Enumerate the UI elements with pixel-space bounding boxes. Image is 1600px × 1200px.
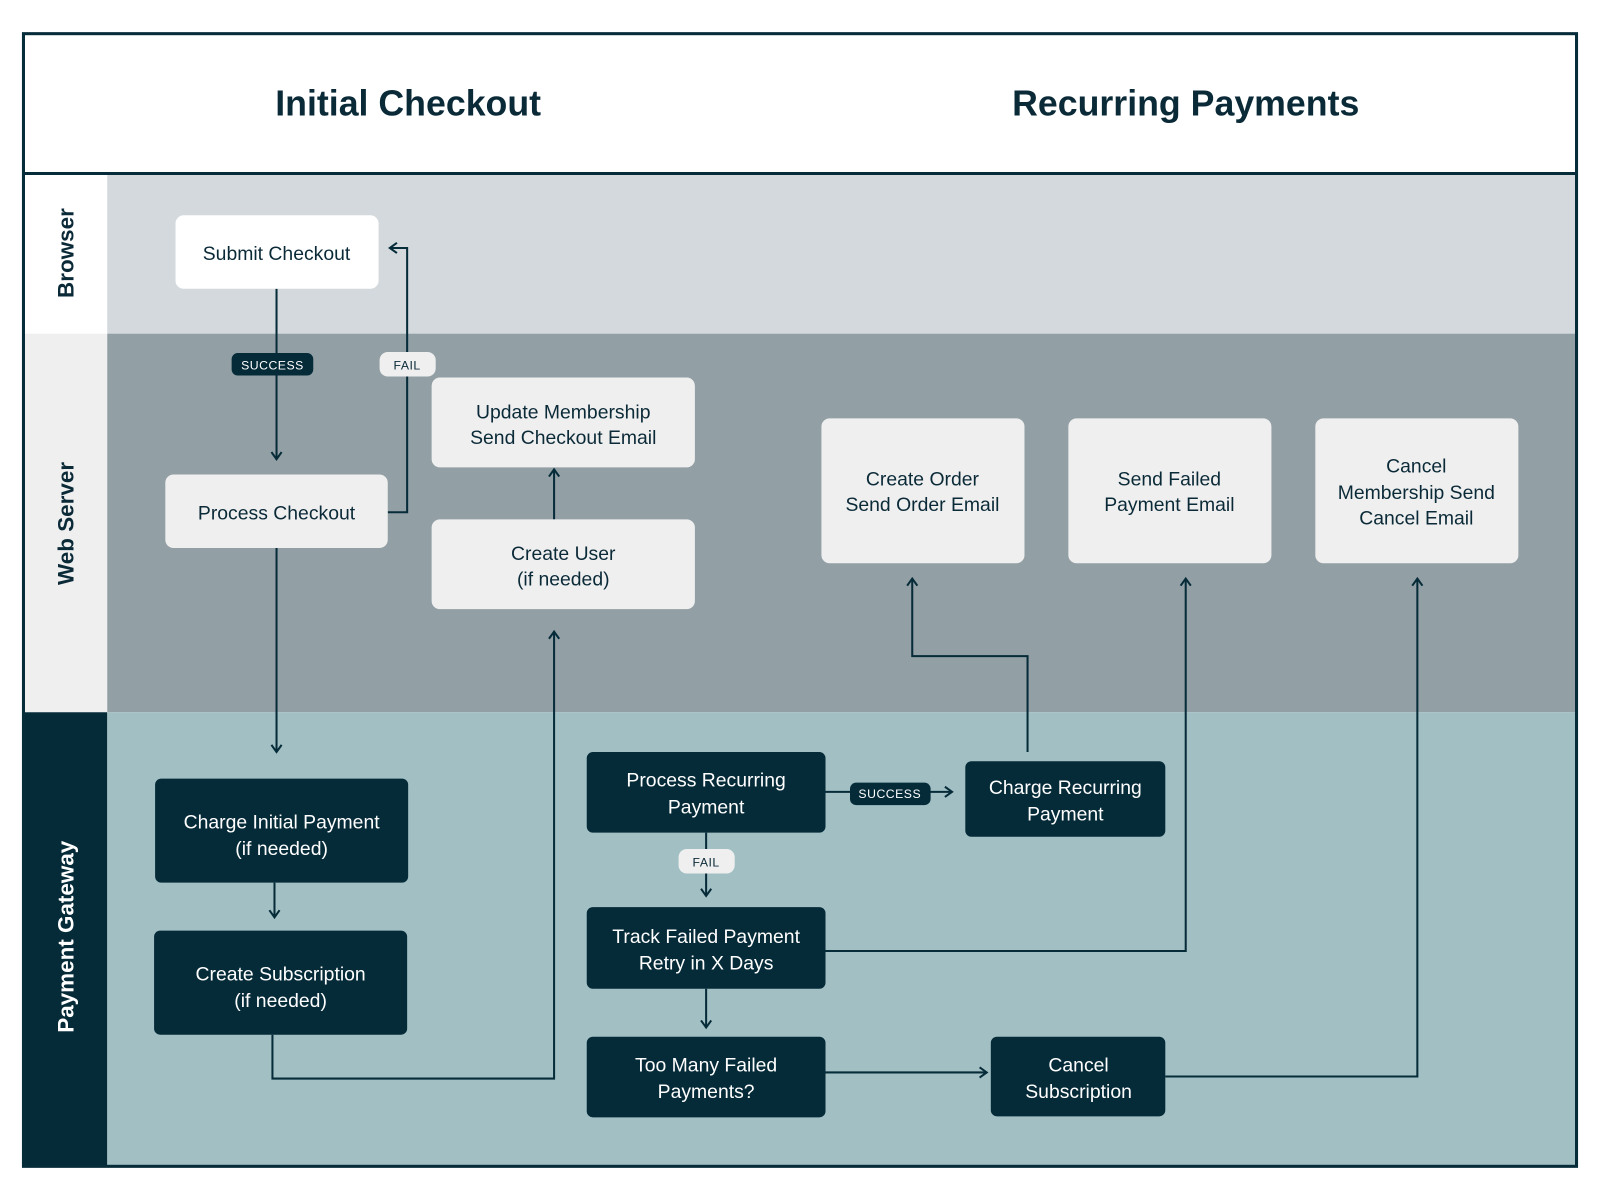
node-submit-checkout: Submit Checkout — [175, 215, 379, 289]
node-create-user: Create User (if needed) — [431, 519, 695, 610]
node-update-membership: Update Membership Send Checkout Email — [431, 377, 695, 468]
node-track-failed-payment: Track Failed Payment Retry in X Days — [586, 907, 826, 989]
node-charge-recurring-payment: Charge Recurring Payment — [965, 761, 1166, 837]
node-cancel-subscription: Cancel Subscription — [990, 1036, 1166, 1117]
node-process-checkout: Process Checkout — [165, 474, 388, 548]
node-create-order: Create Order Send Order Email — [821, 418, 1025, 564]
svg-text:Process Checkout: Process Checkout — [198, 502, 356, 524]
node-too-many-failed-payments: Too Many Failed Payments? — [586, 1036, 826, 1118]
success-badge: SUCCESS — [231, 353, 314, 376]
svg-text:SUCCESS: SUCCESS — [241, 358, 304, 372]
fail-badge: FAIL — [379, 352, 436, 377]
svg-text:Submit Checkout: Submit Checkout — [203, 243, 351, 265]
recurring-success-badge: SUCCESS — [850, 782, 931, 806]
browser-lane-label: Browser — [53, 208, 78, 298]
node-charge-initial-payment: Charge Initial Payment (if needed) — [155, 778, 409, 883]
flow-diagram: Initial Checkout Recurring Payments Brow… — [21, 32, 1579, 1168]
recurring-payments-title: Recurring Payments — [1012, 83, 1359, 123]
node-create-subscription: Create Subscription (if needed) — [154, 930, 408, 1035]
node-send-failed-payment-email: Send Failed Payment Email — [1068, 418, 1272, 564]
svg-text:FAIL: FAIL — [394, 358, 421, 372]
payment-gateway-lane-label: Payment Gateway — [53, 840, 78, 1033]
recurring-fail-badge: FAIL — [678, 848, 735, 874]
node-cancel-membership: Cancel Membership Send Cancel Email — [1315, 418, 1519, 564]
node-process-recurring-payment: Process Recurring Payment — [586, 752, 826, 833]
initial-checkout-title: Initial Checkout — [275, 83, 541, 123]
web-server-lane-label: Web Server — [53, 462, 78, 585]
svg-text:SUCCESS: SUCCESS — [858, 787, 921, 801]
svg-text:FAIL: FAIL — [693, 855, 720, 869]
